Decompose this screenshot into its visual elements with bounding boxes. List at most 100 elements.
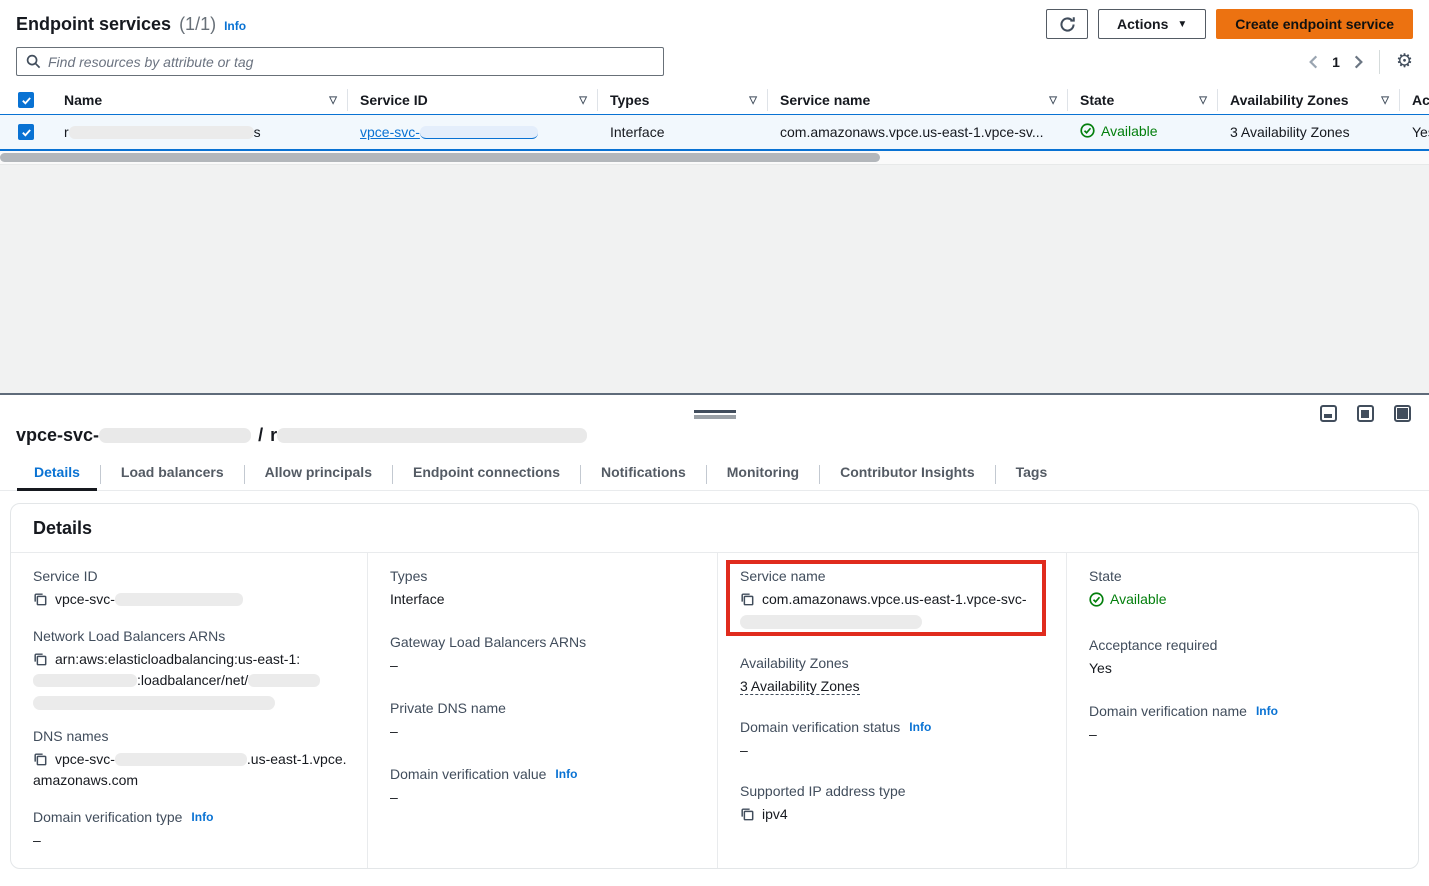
- field-private-dns-name: Private DNS name –: [390, 700, 699, 742]
- availability-zones-popover[interactable]: 3 Availability Zones: [1230, 124, 1350, 140]
- panel-size-controls: [1320, 405, 1411, 422]
- field-service-id: Service ID vpce-svc-: [33, 568, 349, 610]
- copy-icon[interactable]: [740, 807, 754, 821]
- gear-icon[interactable]: ⚙: [1396, 52, 1413, 71]
- tab-allow-principals[interactable]: Allow principals: [245, 459, 392, 490]
- check-icon: [21, 95, 32, 106]
- page-number[interactable]: 1: [1330, 54, 1342, 70]
- info-link[interactable]: Info: [555, 767, 577, 781]
- tab-load-balancers[interactable]: Load balancers: [101, 459, 244, 490]
- redacted-text: [33, 674, 137, 687]
- column-header-service-id[interactable]: Service ID ▽: [348, 89, 598, 111]
- redacted-text: [248, 674, 320, 687]
- redacted-text: [33, 696, 275, 710]
- table-empty-space: [0, 164, 1429, 393]
- info-link[interactable]: Info: [1256, 704, 1278, 718]
- info-link[interactable]: Info: [224, 19, 246, 33]
- field-nlb-arns: Network Load Balancers ARNs arn:aws:elas…: [33, 628, 349, 710]
- column-header-types[interactable]: Types ▽: [598, 89, 768, 111]
- info-link[interactable]: Info: [191, 810, 213, 824]
- cell-name: rs: [52, 124, 348, 140]
- panel-full-icon[interactable]: [1394, 405, 1411, 422]
- title-group: Endpoint services (1/1) Info: [16, 14, 246, 35]
- row-checkbox[interactable]: [18, 124, 34, 140]
- cell-availability-zones: 3 Availability Zones: [1218, 124, 1400, 140]
- filter-icon[interactable]: ▽: [329, 95, 337, 106]
- cell-service-id: vpce-svc-: [348, 124, 598, 140]
- create-endpoint-service-button[interactable]: Create endpoint service: [1216, 9, 1413, 39]
- redacted-text: [740, 615, 922, 629]
- redacted-text: [277, 428, 587, 443]
- details-column-4: State Available Acceptance required: [1067, 553, 1418, 869]
- search-input[interactable]: [48, 54, 654, 70]
- filter-icon[interactable]: ▽: [1199, 95, 1207, 106]
- actions-button[interactable]: Actions ▼: [1098, 9, 1206, 39]
- redacted-text: [69, 126, 254, 139]
- redacted-text: [115, 753, 247, 766]
- copy-icon[interactable]: [33, 592, 47, 606]
- tab-tags[interactable]: Tags: [996, 459, 1068, 490]
- column-header-service-name[interactable]: Service name ▽: [768, 89, 1068, 111]
- table-toolbar: 1 ⚙: [0, 43, 1429, 86]
- scrollbar-thumb[interactable]: [0, 153, 880, 162]
- copy-icon[interactable]: [33, 752, 47, 766]
- tab-bar: Details Load balancers Allow principals …: [0, 459, 1429, 491]
- select-all-cell: [0, 92, 52, 108]
- tab-monitoring[interactable]: Monitoring: [707, 459, 819, 490]
- copy-icon[interactable]: [33, 652, 47, 666]
- page-title: Endpoint services: [16, 14, 171, 35]
- next-page-icon[interactable]: [1354, 55, 1363, 69]
- details-card-title: Details: [11, 504, 1418, 553]
- field-domain-verification-status: Domain verification status Info –: [740, 719, 1048, 761]
- cell-types: Interface: [598, 124, 768, 140]
- copy-icon[interactable]: [740, 592, 754, 606]
- availability-zones-popover[interactable]: 3 Availability Zones: [740, 678, 860, 695]
- field-service-name: Service name com.amazonaws.vpce.us-east-…: [740, 568, 1048, 629]
- field-availability-zones: Availability Zones 3 Availability Zones: [740, 655, 1048, 697]
- field-domain-verification-type: Domain verification type Info –: [33, 809, 349, 851]
- filter-icon[interactable]: ▽: [1381, 95, 1389, 106]
- tab-details[interactable]: Details: [14, 459, 100, 490]
- row-select-cell: [0, 124, 52, 140]
- refresh-button[interactable]: [1046, 9, 1088, 39]
- filter-icon[interactable]: ▽: [1049, 95, 1057, 106]
- column-header-availability-zones[interactable]: Availability Zones ▽: [1218, 89, 1400, 111]
- search-box[interactable]: [16, 47, 664, 76]
- field-gwlb-arns: Gateway Load Balancers ARNs –: [390, 634, 699, 676]
- panel-collapse-icon[interactable]: [1320, 405, 1337, 422]
- field-types: Types Interface: [390, 568, 699, 610]
- create-button-label: Create endpoint service: [1235, 16, 1394, 32]
- pager-divider: [1379, 50, 1380, 74]
- field-domain-verification-value: Domain verification value Info –: [390, 766, 699, 808]
- panel-drag-handle[interactable]: [694, 410, 736, 419]
- field-supported-ip: Supported IP address type ipv4: [740, 783, 1048, 825]
- field-dns-names: DNS names vpce-svc-.us-east-1.vpce.amazo…: [33, 728, 349, 791]
- horizontal-scrollbar[interactable]: [0, 151, 1429, 164]
- tab-endpoint-connections[interactable]: Endpoint connections: [393, 459, 580, 490]
- panel-half-icon[interactable]: [1357, 405, 1374, 422]
- refresh-icon: [1059, 16, 1076, 33]
- details-column-3: Service name com.amazonaws.vpce.us-east-…: [718, 553, 1067, 869]
- check-icon: [21, 127, 32, 138]
- redacted-text: [115, 593, 243, 606]
- column-header-acceptance[interactable]: Acceptance required: [1400, 89, 1429, 111]
- search-icon: [26, 54, 41, 69]
- previous-page-icon[interactable]: [1309, 55, 1318, 69]
- redacted-text: [99, 428, 251, 443]
- column-header-name[interactable]: Name ▽: [52, 89, 348, 111]
- actions-button-label: Actions: [1117, 16, 1168, 32]
- tab-notifications[interactable]: Notifications: [581, 459, 706, 490]
- redacted-text: [420, 126, 538, 139]
- table-row[interactable]: rs vpce-svc- Interface com.amazonaws.vpc…: [0, 114, 1429, 151]
- filter-icon[interactable]: ▽: [579, 95, 587, 106]
- info-link[interactable]: Info: [909, 720, 931, 734]
- header-actions: Actions ▼ Create endpoint service: [1046, 9, 1413, 39]
- select-all-checkbox[interactable]: [18, 92, 34, 108]
- column-header-state[interactable]: State ▽: [1068, 89, 1218, 111]
- filter-icon[interactable]: ▽: [749, 95, 757, 106]
- service-id-link[interactable]: vpce-svc-: [360, 124, 538, 140]
- details-card: Details Service ID vpce-svc- Network Loa…: [10, 503, 1419, 869]
- field-state: State Available: [1089, 568, 1400, 613]
- tab-contributor-insights[interactable]: Contributor Insights: [820, 459, 995, 490]
- chevron-down-icon: ▼: [1177, 19, 1187, 30]
